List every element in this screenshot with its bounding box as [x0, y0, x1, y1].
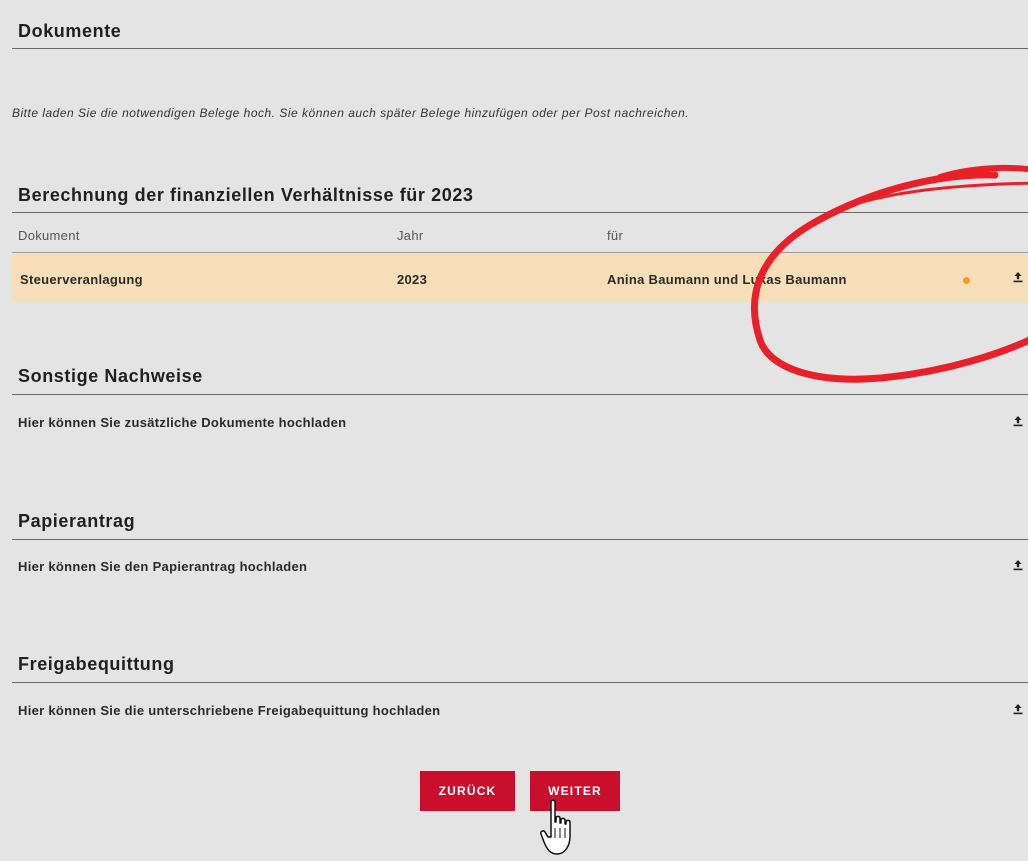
column-header-year: Jahr [397, 228, 424, 243]
column-header-for: für [607, 228, 624, 243]
upload-release-text: Hier können Sie die unterschriebene Frei… [18, 703, 441, 718]
upload-paper-text: Hier können Sie den Papierantrag hochlad… [18, 559, 308, 574]
upload-icon[interactable] [1012, 271, 1024, 283]
divider [12, 682, 1028, 683]
section-title-other: Sonstige Nachweise [18, 366, 203, 386]
back-button[interactable]: ZURÜCK [420, 771, 515, 811]
row-for: Anina Baumann und Lukas Baumann [607, 272, 847, 287]
divider [12, 48, 1028, 49]
upload-icon[interactable] [1012, 559, 1024, 571]
table-row[interactable] [12, 254, 1028, 302]
row-year: 2023 [397, 272, 428, 287]
section-title-release: Freigabequittung [18, 654, 175, 674]
section-title-paper: Papierantrag [18, 511, 136, 531]
row-document-name: Steuerveranlagung [20, 272, 143, 287]
section-title-financial: Berechnung der finanziellen Verhältnisse… [18, 185, 474, 205]
column-header-document: Dokument [18, 228, 80, 243]
documents-page: Dokumente Bitte laden Sie die notwendige… [0, 0, 1028, 861]
intro-text: Bitte laden Sie die notwendigen Belege h… [12, 106, 690, 120]
divider [12, 539, 1028, 540]
upload-icon[interactable] [1012, 415, 1024, 427]
divider [12, 212, 1028, 213]
upload-icon[interactable] [1012, 703, 1024, 715]
upload-other-text: Hier können Sie zusätzliche Dokumente ho… [18, 415, 347, 430]
status-dot-icon [963, 277, 970, 284]
section-title-documents: Dokumente [18, 21, 122, 41]
divider [12, 394, 1028, 395]
hand-pointer-icon [540, 799, 571, 855]
divider [12, 252, 1028, 253]
